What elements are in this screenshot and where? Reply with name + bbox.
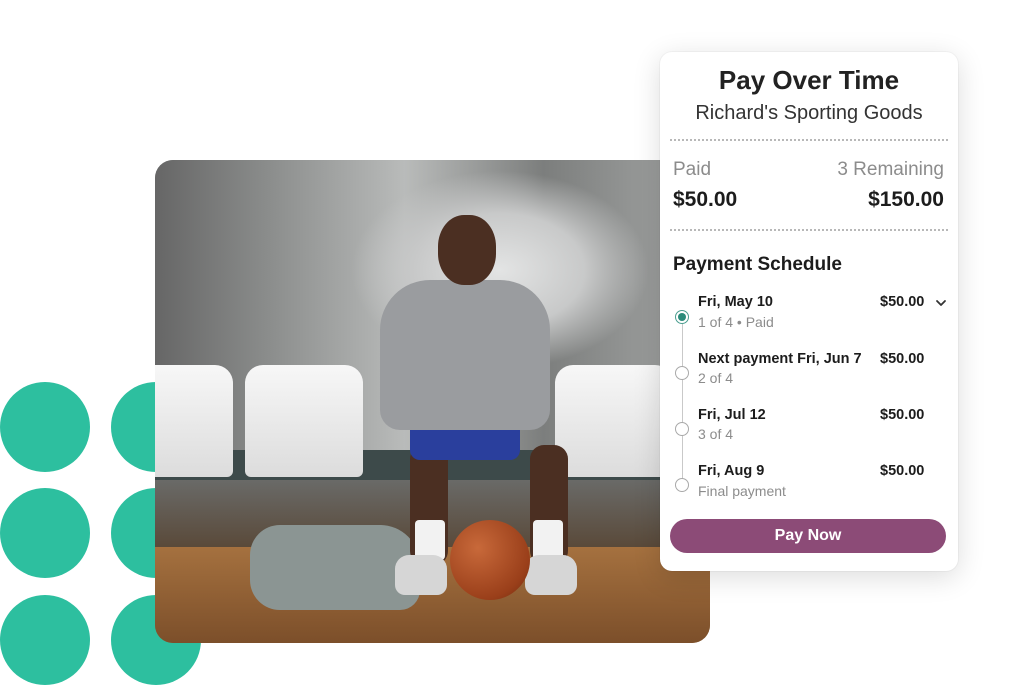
decorative-circle	[0, 488, 90, 578]
paid-label: Paid	[673, 159, 712, 180]
remaining-amount: $150.00	[868, 188, 944, 211]
photo-person-shoe	[525, 555, 577, 595]
payment-amount: $50.00	[880, 351, 925, 367]
payment-detail: 2 of 4	[698, 370, 734, 386]
upcoming-status-dot	[675, 478, 689, 492]
card-title: Pay Over Time	[718, 65, 900, 95]
photo-person-shoe	[395, 555, 447, 595]
remaining-label: 3 Remaining	[837, 159, 944, 180]
upcoming-status-dot	[675, 422, 689, 436]
paid-amount: $50.00	[673, 188, 738, 211]
photo-seat	[155, 365, 233, 477]
photo-seat	[555, 365, 673, 477]
photo-person-sock	[533, 520, 563, 560]
photo-seat	[245, 365, 363, 477]
payment-schedule-title: Payment Schedule	[673, 254, 842, 275]
payment-date: Fri, Aug 9	[698, 463, 765, 479]
payment-detail: 1 of 4 • Paid	[698, 314, 774, 330]
upcoming-status-dot	[675, 366, 689, 380]
payment-detail: Final payment	[698, 483, 786, 499]
payment-date: Fri, May 10	[698, 294, 773, 310]
payment-amount: $50.00	[880, 463, 925, 479]
decorative-circle	[0, 595, 90, 685]
timeline-line	[682, 318, 683, 484]
payment-amount: $50.00	[880, 294, 925, 310]
dotted-divider	[670, 229, 948, 231]
chevron-down-icon[interactable]	[935, 297, 947, 309]
payment-date: Fri, Jul 12	[698, 407, 766, 423]
payment-date: Next payment Fri, Jun 7	[698, 351, 862, 367]
decorative-circle	[0, 382, 90, 472]
photo-person-sock	[415, 520, 445, 560]
photo-basketball	[450, 520, 530, 600]
merchant-name: Richard's Sporting Goods	[695, 102, 923, 124]
pay-over-time-card: Pay Over Time Richard's Sporting Goods P…	[660, 52, 958, 571]
dotted-divider	[670, 139, 948, 141]
hero-photo	[155, 160, 710, 643]
pay-now-button[interactable]: Pay Now	[670, 519, 946, 553]
paid-status-dot	[675, 310, 689, 324]
photo-person-hoodie	[380, 280, 550, 430]
payment-amount: $50.00	[880, 407, 925, 423]
photo-person-head	[438, 215, 496, 285]
payment-detail: 3 of 4	[698, 426, 734, 442]
